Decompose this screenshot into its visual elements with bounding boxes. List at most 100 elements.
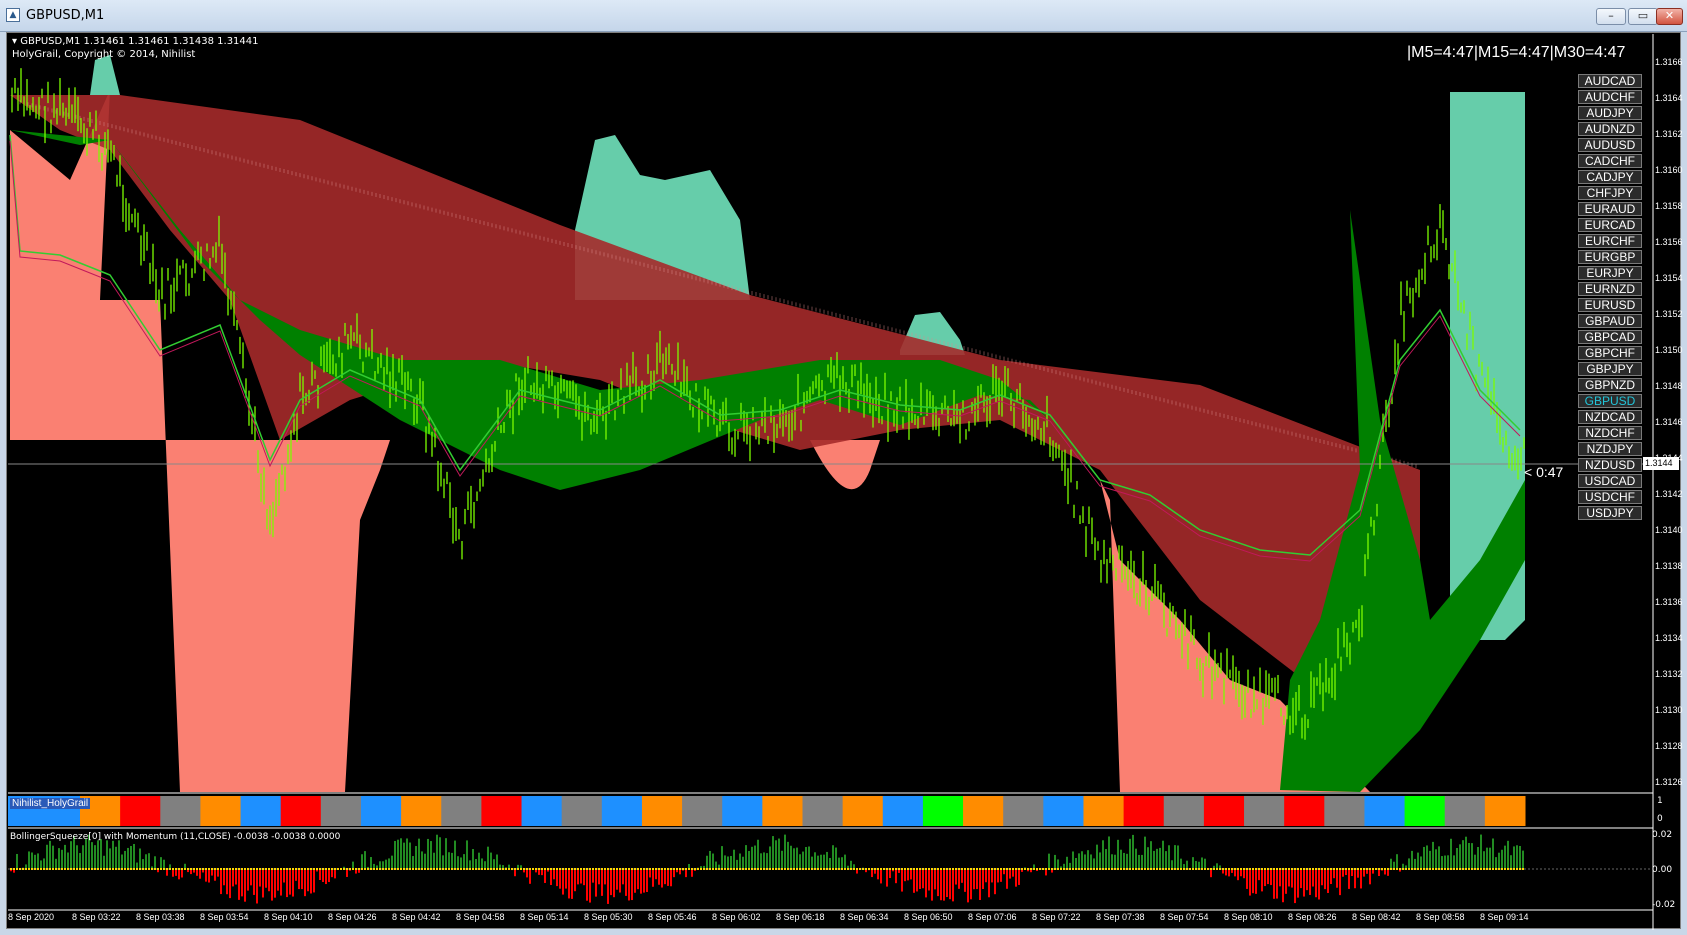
pair-button-audchf[interactable]: AUDCHF xyxy=(1578,90,1642,104)
squeeze-dot xyxy=(1366,868,1368,870)
pair-button-eurgbp[interactable]: EURGBP xyxy=(1578,250,1642,264)
signal-strip-segment xyxy=(320,796,362,826)
momentum-bar-positive xyxy=(112,840,114,869)
squeeze-dot xyxy=(943,868,945,870)
squeeze-dot xyxy=(1360,868,1362,870)
pair-button-usdchf[interactable]: USDCHF xyxy=(1578,490,1642,504)
pair-button-gbpaud[interactable]: GBPAUD xyxy=(1578,314,1642,328)
pair-button-eurchf[interactable]: EURCHF xyxy=(1578,234,1642,248)
pair-button-audusd[interactable]: AUDUSD xyxy=(1578,138,1642,152)
squeeze-dot xyxy=(1219,868,1221,870)
momentum-bar-negative xyxy=(1303,869,1305,897)
momentum-bar-negative xyxy=(232,869,234,887)
momentum-bar-positive xyxy=(1144,836,1146,869)
pair-button-euraud[interactable]: EURAUD xyxy=(1578,202,1642,216)
pair-button-nzdcad[interactable]: NZDCAD xyxy=(1578,410,1642,424)
momentum-bar-positive xyxy=(49,840,51,869)
momentum-bar-positive xyxy=(61,849,63,869)
squeeze-dot xyxy=(1135,868,1137,870)
momentum-bar-negative xyxy=(643,869,645,893)
pair-button-gbpjpy[interactable]: GBPJPY xyxy=(1578,362,1642,376)
pair-button-usdcad[interactable]: USDCAD xyxy=(1578,474,1642,488)
price-tick-label: 1.3130 xyxy=(1655,705,1683,715)
pair-button-gbpnzd[interactable]: GBPNZD xyxy=(1578,378,1642,392)
momentum-bar-positive xyxy=(478,852,480,869)
pair-button-audcad[interactable]: AUDCAD xyxy=(1578,74,1642,88)
momentum-bar-negative xyxy=(637,869,639,890)
squeeze-dot xyxy=(655,868,657,870)
squeeze-dot xyxy=(337,868,339,870)
pair-button-eurcad[interactable]: EURCAD xyxy=(1578,218,1642,232)
momentum-bar-positive xyxy=(1171,860,1173,869)
price-tick-label: 1.3150 xyxy=(1655,345,1683,355)
momentum-bar-negative xyxy=(1315,869,1317,898)
squeeze-dot xyxy=(1225,868,1227,870)
squeeze-dot xyxy=(442,868,444,870)
pair-button-nzdchf[interactable]: NZDCHF xyxy=(1578,426,1642,440)
squeeze-dot xyxy=(1519,868,1521,870)
squeeze-dot xyxy=(1495,868,1497,870)
pair-button-audjpy[interactable]: AUDJPY xyxy=(1578,106,1642,120)
pair-button-nzdjpy[interactable]: NZDJPY xyxy=(1578,442,1642,456)
pair-button-chfjpy[interactable]: CHFJPY xyxy=(1578,186,1642,200)
momentum-bar-positive xyxy=(31,852,33,869)
momentum-bar-positive xyxy=(1447,855,1449,869)
squeeze-dot xyxy=(682,868,684,870)
momentum-bar-negative xyxy=(580,869,582,884)
momentum-bar-positive xyxy=(1438,846,1440,869)
pair-button-nzdusd[interactable]: NZDUSD xyxy=(1578,458,1642,472)
pair-button-eurnzd[interactable]: EURNZD xyxy=(1578,282,1642,296)
momentum-bar-negative xyxy=(1264,869,1266,887)
pair-button-audnzd[interactable]: AUDNZD xyxy=(1578,122,1642,136)
squeeze-dot xyxy=(229,868,231,870)
squeeze-dot xyxy=(994,868,996,870)
pair-button-gbpcad[interactable]: GBPCAD xyxy=(1578,330,1642,344)
momentum-bar-negative xyxy=(295,869,297,881)
pair-button-cadchf[interactable]: CADCHF xyxy=(1578,154,1642,168)
squeeze-dot xyxy=(1249,868,1251,870)
momentum-bar-positive xyxy=(751,846,753,869)
signal-strip-segment xyxy=(1043,796,1084,826)
pair-button-cadjpy[interactable]: CADJPY xyxy=(1578,170,1642,184)
price-tick-label: 1.3166 xyxy=(1655,57,1683,67)
squeeze-dot xyxy=(637,868,639,870)
squeeze-dot xyxy=(307,868,309,870)
pair-button-eurjpy[interactable]: EURJPY xyxy=(1578,266,1642,280)
squeeze-dot xyxy=(436,868,438,870)
momentum-bar-negative xyxy=(1000,869,1002,882)
squeeze-dot xyxy=(850,868,852,870)
squeeze-dot xyxy=(1171,868,1173,870)
momentum-bar-positive xyxy=(442,855,444,869)
signal-strip-segment xyxy=(1284,796,1325,826)
squeeze-dot xyxy=(1297,868,1299,870)
price-tick-label: 1.3156 xyxy=(1655,237,1683,247)
price-chart-canvas[interactable] xyxy=(0,0,1687,935)
momentum-bar-negative xyxy=(931,869,933,901)
squeeze-dot xyxy=(304,868,306,870)
momentum-bar-positive xyxy=(1492,838,1494,869)
squeeze-dot xyxy=(964,868,966,870)
momentum-bar-negative xyxy=(967,869,969,903)
momentum-bar-positive xyxy=(844,854,846,869)
squeeze-dot xyxy=(115,868,117,870)
pair-button-eurusd[interactable]: EURUSD xyxy=(1578,298,1642,312)
squeeze-dot xyxy=(835,868,837,870)
squeeze-dot xyxy=(640,868,642,870)
momentum-bar-negative xyxy=(940,869,942,901)
squeeze-dot xyxy=(934,868,936,870)
momentum-bar-negative xyxy=(1369,869,1371,885)
pair-button-usdjpy[interactable]: USDJPY xyxy=(1578,506,1642,520)
squeeze-dot xyxy=(1003,868,1005,870)
momentum-bar-negative xyxy=(277,869,279,891)
time-tick-label: 8 Sep 06:02 xyxy=(712,912,761,922)
momentum-bar-positive xyxy=(1396,854,1398,869)
squeeze-dot xyxy=(898,868,900,870)
momentum-bar-positive xyxy=(133,843,135,869)
squeeze-dot xyxy=(1462,868,1464,870)
pair-button-gbpchf[interactable]: GBPCHF xyxy=(1578,346,1642,360)
momentum-bar-negative xyxy=(907,869,909,881)
pair-button-gbpusd[interactable]: GBPUSD xyxy=(1578,394,1642,408)
price-tick-label: 1.3158 xyxy=(1655,201,1683,211)
squeeze-dot xyxy=(607,868,609,870)
price-tick-label: 1.3126 xyxy=(1655,777,1683,787)
